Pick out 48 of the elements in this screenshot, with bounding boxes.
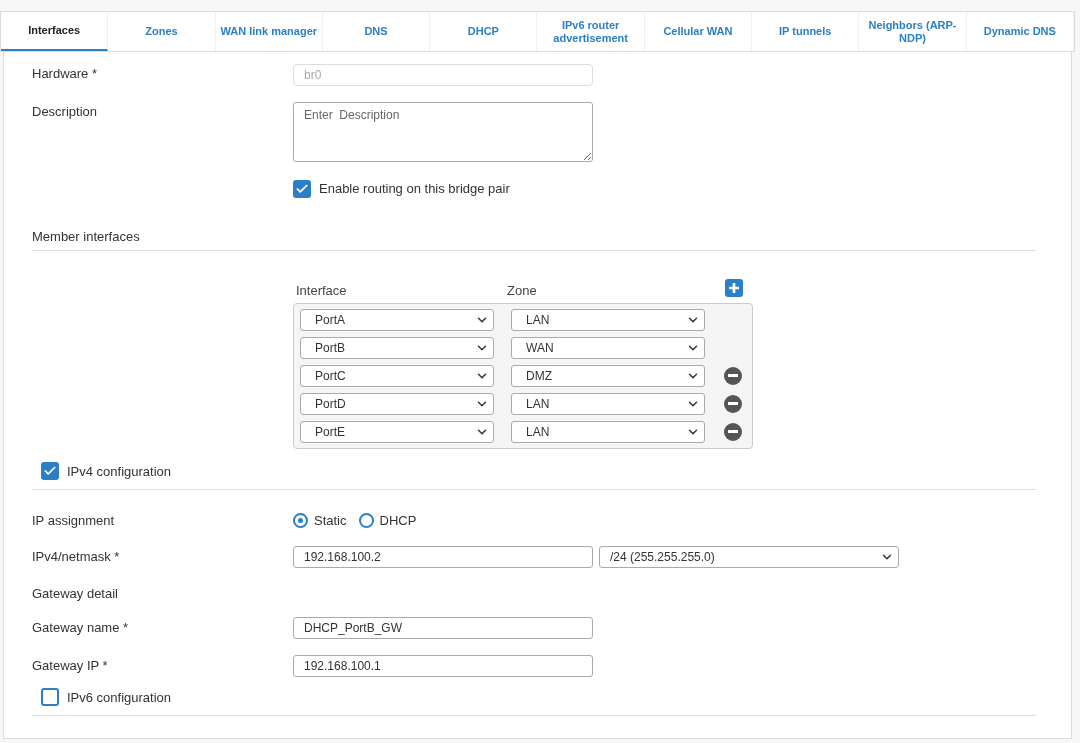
select-field[interactable]: PortC (300, 364, 494, 387)
tab[interactable]: IPv6 router advertisement (537, 12, 645, 51)
tab[interactable]: DHCP (430, 12, 538, 51)
column-header: Zone (507, 282, 538, 300)
radio-button[interactable] (358, 513, 374, 529)
field-label: IP assignment (32, 512, 116, 530)
remove-icon[interactable] (724, 422, 742, 441)
remove-icon[interactable] (724, 366, 742, 385)
input-field[interactable]: 192.168.100.2 (293, 545, 593, 568)
tab[interactable]: WAN link manager (215, 12, 323, 51)
field-label: Gateway name * (32, 618, 130, 637)
tab[interactable]: Neighbors (ARP-NDP) (859, 12, 967, 51)
select-field[interactable]: LAN (511, 308, 705, 331)
column-header: Interface (295, 282, 348, 300)
radio-button[interactable] (293, 513, 308, 529)
remove-icon[interactable] (724, 394, 742, 413)
radio-label: Static (314, 512, 347, 530)
select-field[interactable]: PortA (300, 308, 494, 331)
checkbox[interactable] (41, 462, 59, 481)
select-field[interactable]: WAN (511, 336, 705, 359)
tab[interactable]: Dynamic DNS (966, 12, 1074, 51)
select-field[interactable]: LAN (511, 420, 705, 443)
select-field[interactable]: LAN (511, 392, 705, 415)
select-field[interactable]: PortB (300, 336, 494, 359)
section-title: Member interfaces (32, 228, 140, 244)
checkbox-label: Enable routing on this bridge pair (319, 180, 510, 198)
field-label: Description (32, 103, 99, 121)
field-label: IPv4/netmask * (32, 547, 121, 566)
checkbox-label: IPv4 configuration (67, 462, 172, 481)
add-icon[interactable] (725, 278, 743, 297)
tab[interactable]: Cellular WAN (644, 12, 753, 51)
tab[interactable]: IP tunnels (752, 12, 860, 51)
select-field[interactable]: PortD (300, 392, 494, 415)
input-field[interactable]: DHCP_PortB_GW (293, 616, 593, 639)
tab[interactable]: DNS (322, 12, 431, 51)
select-field[interactable]: /24 (255.255.255.0) (599, 545, 899, 568)
checkbox[interactable] (41, 688, 59, 707)
input-field[interactable]: 192.168.100.1 (293, 654, 593, 677)
description-field[interactable]: Enter Description (293, 102, 593, 162)
field-label: Hardware * (32, 65, 99, 83)
tab[interactable]: Zones (108, 12, 216, 51)
radio-label: DHCP (379, 512, 417, 530)
section-title: Gateway detail (32, 585, 118, 601)
select-field[interactable]: PortE (300, 420, 494, 443)
checkbox[interactable] (293, 179, 311, 198)
field-label: Gateway IP * (32, 656, 109, 675)
select-field[interactable]: DMZ (511, 364, 705, 387)
checkbox-label: IPv6 configuration (67, 688, 172, 707)
